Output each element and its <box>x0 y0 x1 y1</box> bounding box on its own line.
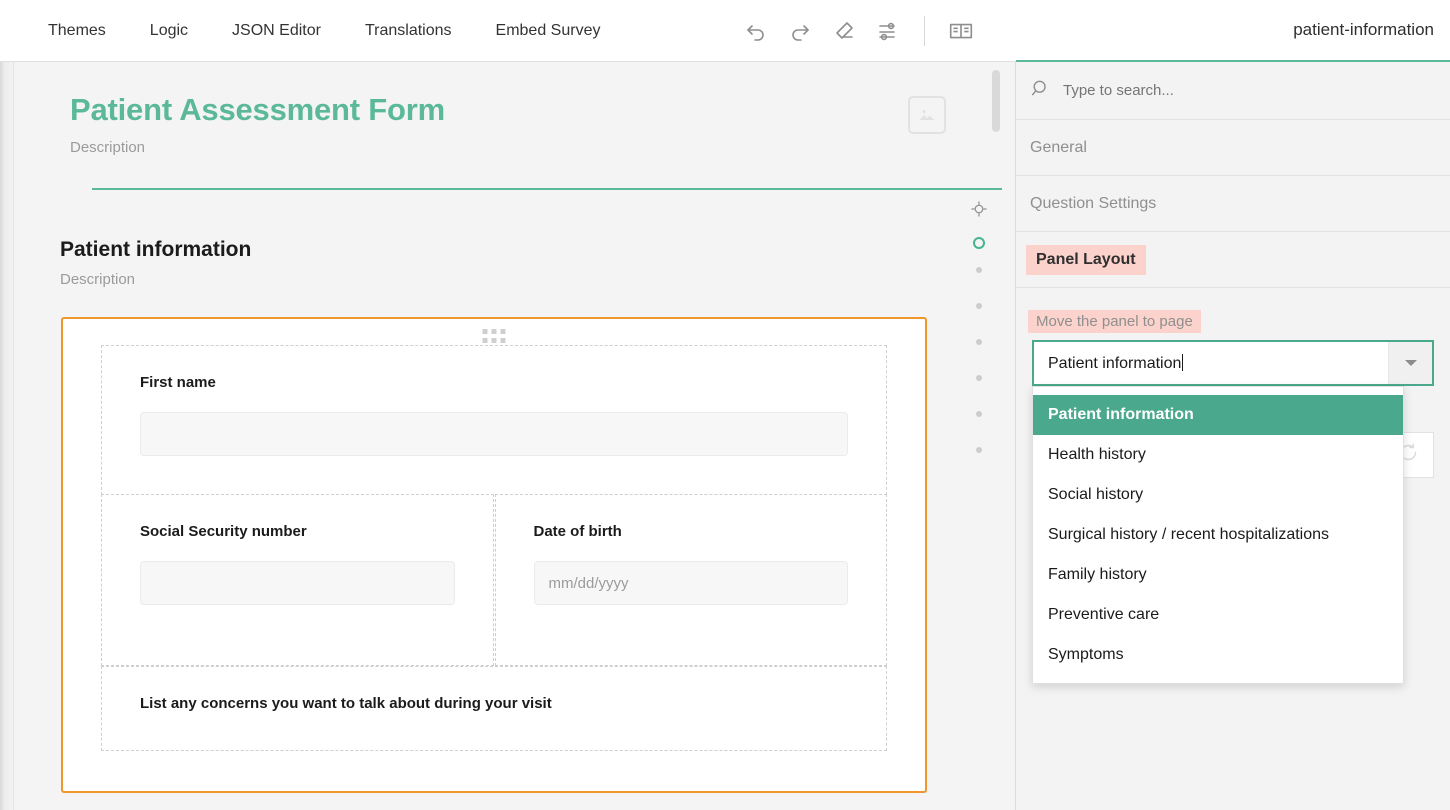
tab-themes[interactable]: Themes <box>0 0 128 62</box>
selected-panel[interactable]: First name Social Security number Date o… <box>61 317 927 793</box>
tab-logic[interactable]: Logic <box>128 0 210 62</box>
accordion-question-settings[interactable]: Question Settings <box>1016 176 1450 232</box>
accordion-general[interactable]: General <box>1016 120 1450 176</box>
settings-sliders-icon[interactable] <box>866 9 910 53</box>
page-dot[interactable] <box>976 447 982 453</box>
dropdown-option[interactable]: Symptoms <box>1033 635 1403 675</box>
undo-icon[interactable] <box>734 9 778 53</box>
top-toolbar: Themes Logic JSON Editor Translations Em… <box>0 0 1016 62</box>
search-icon <box>1030 78 1051 104</box>
chevron-down-icon[interactable] <box>1388 342 1432 384</box>
question-concerns[interactable]: List any concerns you want to talk about… <box>101 666 887 751</box>
accordion-label: Panel Layout <box>1026 245 1146 275</box>
preview-book-icon[interactable] <box>939 9 983 53</box>
accordion-panel-layout[interactable]: Panel Layout <box>1016 232 1450 288</box>
page-title[interactable]: Patient information <box>60 238 946 262</box>
properties-header: patient-information <box>1016 0 1450 62</box>
survey-header: Patient Assessment Form Description <box>14 62 1002 190</box>
page-dot-active[interactable] <box>973 237 985 249</box>
tab-translations[interactable]: Translations <box>343 0 474 62</box>
page-dot[interactable] <box>976 411 982 417</box>
dropdown-option[interactable]: Patient information <box>1033 395 1403 435</box>
properties-search[interactable] <box>1016 62 1450 120</box>
question-label: Social Security number <box>140 523 455 540</box>
date-of-birth-input[interactable]: mm/dd/yyyy <box>534 561 849 605</box>
page-dot[interactable] <box>976 339 982 345</box>
dropdown-option[interactable]: Preventive care <box>1033 595 1403 635</box>
page-description[interactable]: Description <box>60 271 946 288</box>
properties-panel: patient-information General Question Set… <box>1016 0 1450 810</box>
page-dot[interactable] <box>976 375 982 381</box>
question-date-of-birth[interactable]: Date of birth mm/dd/yyyy <box>495 494 888 666</box>
field-label: Move the panel to page <box>1028 310 1201 333</box>
ssn-input[interactable] <box>140 561 455 605</box>
first-name-input[interactable] <box>140 412 848 456</box>
text-caret <box>1182 354 1183 371</box>
page-dot[interactable] <box>976 267 982 273</box>
question-first-name[interactable]: First name <box>101 345 887 495</box>
drag-handle-icon[interactable] <box>483 329 506 343</box>
dropdown-option[interactable]: Surgical history / recent hospitalizatio… <box>1033 515 1403 555</box>
page-navigator <box>955 200 1003 483</box>
survey-canvas: Patient Assessment Form Description Pati… <box>14 62 1002 810</box>
accordion-label: Question Settings <box>1030 195 1156 213</box>
canvas-scrollbar[interactable] <box>992 70 1000 132</box>
image-placeholder-icon[interactable] <box>908 96 946 134</box>
search-input[interactable] <box>1063 82 1403 99</box>
question-ssn[interactable]: Social Security number <box>101 494 494 666</box>
target-crosshair-icon[interactable] <box>970 200 988 223</box>
survey-title[interactable]: Patient Assessment Form <box>70 92 445 128</box>
move-panel-combobox[interactable]: Patient information <box>1032 340 1434 386</box>
toolbar-tabs: Themes Logic JSON Editor Translations Em… <box>0 0 622 62</box>
properties-body: Move the panel to page Patient informati… <box>1016 288 1450 524</box>
accordion-label: General <box>1030 139 1087 157</box>
tab-json-editor[interactable]: JSON Editor <box>210 0 343 62</box>
toolbar-divider <box>924 16 925 46</box>
dropdown-option[interactable]: Social history <box>1033 475 1403 515</box>
question-label: First name <box>140 374 848 391</box>
page-header: Patient information Description <box>14 190 1002 288</box>
page-dot[interactable] <box>976 303 982 309</box>
move-panel-dropdown-list[interactable]: Patient information Health history Socia… <box>1032 386 1404 684</box>
field-move-panel-to-page: Move the panel to page Patient informati… <box>1032 310 1434 386</box>
dropdown-option[interactable]: Family history <box>1033 555 1403 595</box>
eraser-icon[interactable] <box>822 9 866 53</box>
survey-description[interactable]: Description <box>70 139 445 156</box>
tab-embed-survey[interactable]: Embed Survey <box>474 0 623 62</box>
question-row: Social Security number Date of birth mm/… <box>101 494 887 666</box>
left-toolbox-rail[interactable] <box>0 62 14 810</box>
move-panel-value[interactable]: Patient information <box>1034 354 1388 373</box>
move-panel-value-text: Patient information <box>1048 355 1181 372</box>
properties-header-title: patient-information <box>1293 20 1434 40</box>
question-label: List any concerns you want to talk about… <box>140 695 848 712</box>
redo-icon[interactable] <box>778 9 822 53</box>
question-label: Date of birth <box>534 523 849 540</box>
dropdown-option[interactable]: Health history <box>1033 435 1403 475</box>
toolbar-actions <box>734 9 983 53</box>
page-navigator-rail <box>1002 62 1016 810</box>
